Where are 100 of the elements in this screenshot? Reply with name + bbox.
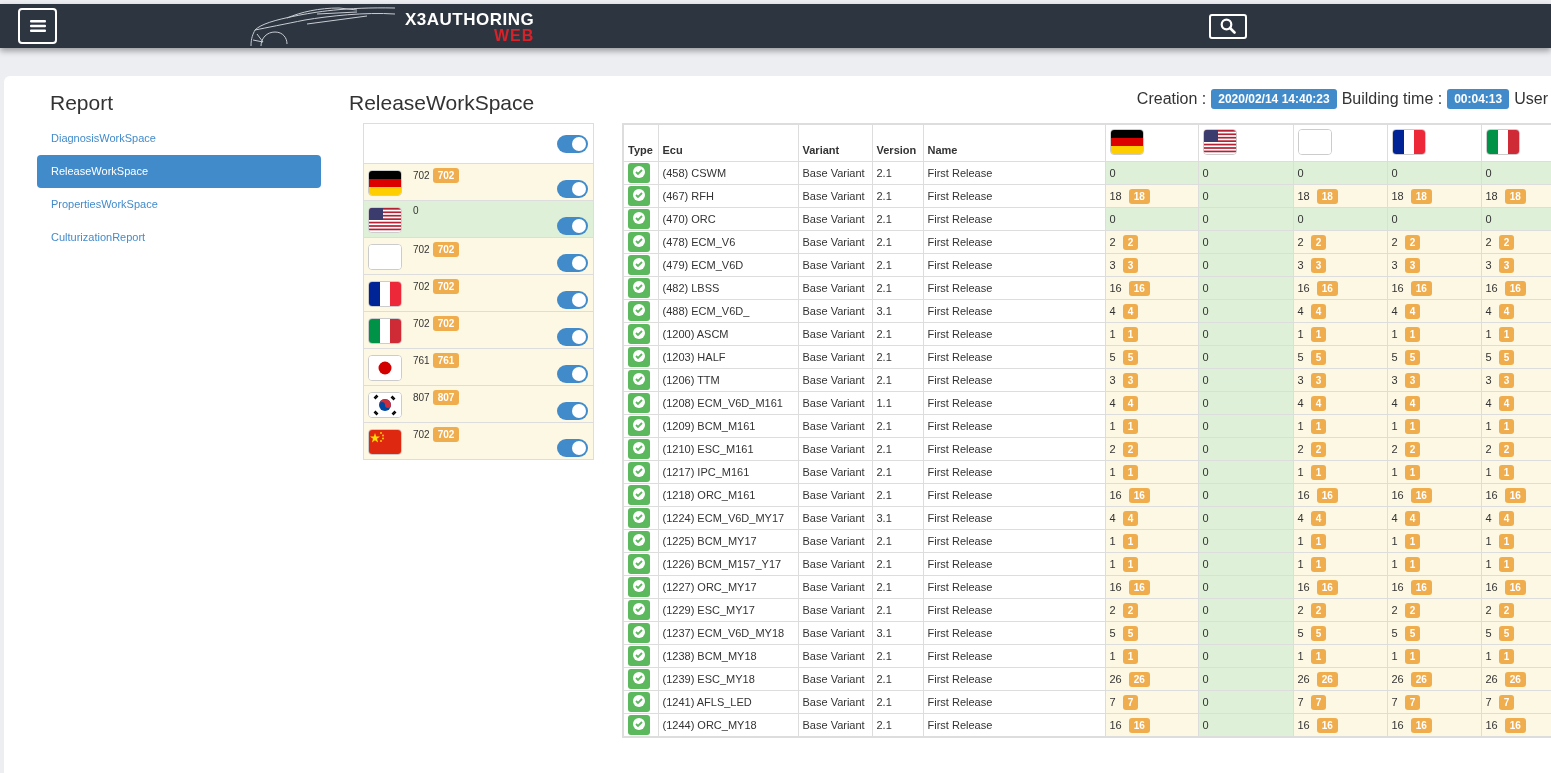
table-cell: First Release bbox=[923, 230, 1105, 254]
count-value: 1 bbox=[1391, 535, 1398, 547]
count-value: 0 bbox=[1202, 236, 1209, 248]
toggle-switch[interactable] bbox=[557, 402, 588, 420]
check-icon bbox=[628, 623, 650, 643]
table-cell: (482) LBSS bbox=[658, 276, 798, 300]
table-cell: First Release bbox=[923, 460, 1105, 484]
count-badge: 5 bbox=[1122, 626, 1139, 641]
count-value: 16 bbox=[1297, 282, 1310, 294]
count-value: 4 bbox=[1391, 512, 1398, 524]
count-value: 1 bbox=[1109, 535, 1116, 547]
column-header[interactable] bbox=[1198, 124, 1293, 162]
table-cell: Base Variant bbox=[798, 276, 872, 300]
count-value: 1 bbox=[1109, 558, 1116, 570]
check-icon bbox=[628, 485, 650, 505]
check-icon bbox=[628, 462, 650, 482]
german-flag-icon bbox=[1110, 130, 1143, 154]
toggle-switch[interactable] bbox=[557, 134, 588, 153]
sidebar-item[interactable]: DiagnosisWorkSpace bbox=[37, 122, 321, 155]
table-cell: First Release bbox=[923, 621, 1105, 645]
count-badge: 5 bbox=[1310, 626, 1327, 641]
count-value: 5 bbox=[1485, 627, 1492, 639]
count-badge: 4 bbox=[1498, 396, 1515, 411]
table-cell: Base Variant bbox=[798, 299, 872, 323]
count-value: 16 bbox=[1109, 581, 1122, 593]
count-badge: 2 bbox=[1404, 235, 1421, 250]
table-cell: Base Variant bbox=[798, 391, 872, 415]
column-header[interactable]: Variant bbox=[798, 124, 872, 162]
count-value: 7 bbox=[1297, 696, 1304, 708]
column-header[interactable] bbox=[1105, 124, 1198, 162]
table-cell: 2.1 bbox=[872, 345, 923, 369]
column-header[interactable]: Version bbox=[872, 124, 923, 162]
column-header[interactable]: Type bbox=[623, 124, 658, 162]
logo-title: X3AUTHORING bbox=[405, 11, 535, 28]
table-cell: Base Variant bbox=[798, 207, 872, 231]
page-title: ReleaseWorkSpace bbox=[349, 91, 535, 115]
count-value: 0 bbox=[1109, 213, 1116, 225]
count-value: 1 bbox=[1297, 466, 1304, 478]
toggle-switch[interactable] bbox=[557, 365, 588, 383]
count-value: 1 bbox=[1391, 558, 1398, 570]
sidebar-item[interactable]: CulturizationReport bbox=[37, 221, 321, 254]
table-cell: First Release bbox=[923, 437, 1105, 461]
count-value: 1 bbox=[1391, 420, 1398, 432]
count-value: 4 bbox=[1109, 305, 1116, 317]
toggle-switch[interactable] bbox=[557, 328, 588, 346]
count-badge: 2 bbox=[1498, 442, 1515, 457]
count-badge: 2 bbox=[1122, 603, 1139, 618]
toggle-switch[interactable] bbox=[557, 291, 588, 309]
sidebar-item[interactable]: ReleaseWorkSpace bbox=[37, 155, 321, 188]
count-value: 16 bbox=[1297, 581, 1310, 593]
count-value: 16 bbox=[1485, 489, 1498, 501]
column-header[interactable] bbox=[1387, 124, 1481, 162]
count-value: 1 bbox=[1297, 328, 1304, 340]
count-badge: 2 bbox=[1310, 442, 1327, 457]
count-badge: 16 bbox=[1128, 718, 1150, 733]
count-value: 0 bbox=[1297, 167, 1304, 179]
count-value: 0 bbox=[1202, 558, 1209, 570]
table-cell: 3.1 bbox=[872, 621, 923, 645]
french-flag-icon bbox=[369, 282, 401, 306]
count-badge: 1 bbox=[1404, 327, 1421, 342]
check-icon bbox=[628, 370, 650, 390]
table-cell: First Release bbox=[923, 299, 1105, 323]
count-badge: 702 bbox=[432, 316, 460, 331]
count-value: 1 bbox=[1297, 650, 1304, 662]
toggle-switch[interactable] bbox=[557, 180, 588, 198]
count-badge: 7 bbox=[1498, 695, 1515, 710]
table-cell: First Release bbox=[923, 644, 1105, 668]
toggle-switch[interactable] bbox=[557, 439, 588, 457]
count-badge: 4 bbox=[1498, 304, 1515, 319]
check-icon bbox=[628, 416, 650, 436]
check-icon bbox=[628, 508, 650, 528]
sidebar-item[interactable]: PropertiesWorkSpace bbox=[37, 188, 321, 221]
count-badge: 2 bbox=[1122, 235, 1139, 250]
table-cell: Base Variant bbox=[798, 575, 872, 599]
table-cell: Base Variant bbox=[798, 598, 872, 622]
count-value: 26 bbox=[1297, 673, 1310, 685]
search-button[interactable] bbox=[1209, 13, 1248, 39]
table-cell: (478) ECM_V6 bbox=[658, 230, 798, 254]
column-header[interactable]: Name bbox=[923, 124, 1105, 162]
count-badge: 1 bbox=[1498, 465, 1515, 480]
count-value: 0 bbox=[1202, 627, 1209, 639]
count-value: 0 bbox=[1202, 397, 1209, 409]
toggle-switch[interactable] bbox=[557, 254, 588, 272]
column-header[interactable]: Ecu bbox=[658, 124, 798, 162]
table-cell: First Release bbox=[923, 345, 1105, 369]
table-cell: First Release bbox=[923, 161, 1105, 185]
check-icon bbox=[628, 393, 650, 413]
count-value: 26 bbox=[1109, 673, 1122, 685]
us-flag-icon bbox=[1203, 130, 1236, 154]
count-value: 2 bbox=[1485, 236, 1492, 248]
count-value: 0 bbox=[1202, 535, 1209, 547]
toggle-switch[interactable] bbox=[557, 217, 588, 235]
search-icon bbox=[1220, 18, 1237, 34]
count-value: 1 bbox=[1391, 650, 1398, 662]
count-badge: 3 bbox=[1498, 373, 1515, 388]
menu-button[interactable] bbox=[18, 8, 57, 44]
count-badge: 702 bbox=[432, 427, 460, 442]
table-cell: Base Variant bbox=[798, 460, 872, 484]
count-badge: 16 bbox=[1504, 718, 1526, 733]
count-value: 5 bbox=[1109, 351, 1116, 363]
